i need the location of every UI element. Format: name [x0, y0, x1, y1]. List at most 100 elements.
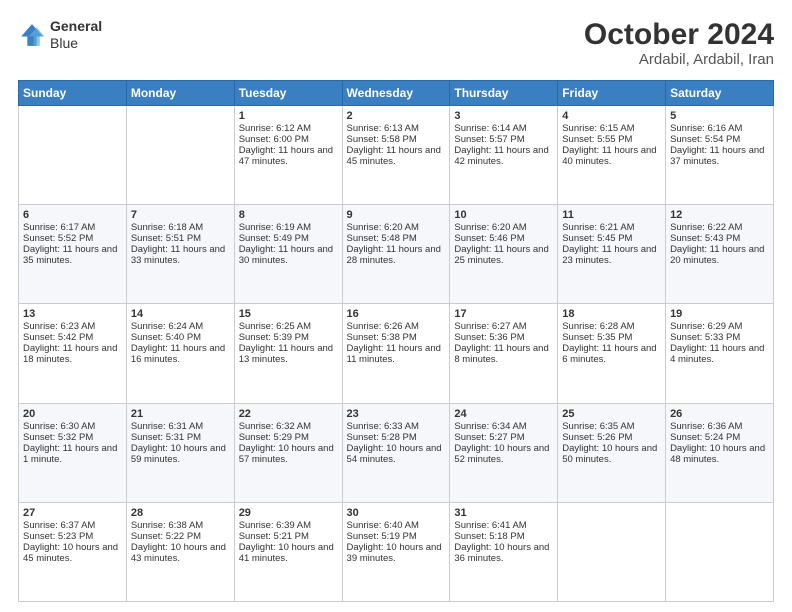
cell-w3-d2: 14Sunrise: 6:24 AMSunset: 5:40 PMDayligh…	[126, 304, 234, 403]
sunrise-text: Sunrise: 6:17 AM	[23, 222, 95, 233]
cell-w1-d7: 5Sunrise: 6:16 AMSunset: 5:54 PMDaylight…	[666, 106, 774, 205]
sunrise-text: Sunrise: 6:20 AM	[454, 222, 526, 233]
day-number: 31	[454, 507, 553, 519]
sunset-text: Sunset: 5:48 PM	[347, 233, 417, 244]
sunset-text: Sunset: 5:58 PM	[347, 134, 417, 145]
daylight-text: Daylight: 10 hours and 50 minutes.	[562, 443, 657, 465]
cell-w5-d2: 28Sunrise: 6:38 AMSunset: 5:22 PMDayligh…	[126, 502, 234, 601]
cell-w4-d5: 24Sunrise: 6:34 AMSunset: 5:27 PMDayligh…	[450, 403, 558, 502]
sunset-text: Sunset: 5:40 PM	[131, 332, 201, 343]
sunset-text: Sunset: 5:39 PM	[239, 332, 309, 343]
daylight-text: Daylight: 11 hours and 25 minutes.	[454, 244, 548, 266]
daylight-text: Daylight: 11 hours and 16 minutes.	[131, 343, 225, 365]
cell-w3-d3: 15Sunrise: 6:25 AMSunset: 5:39 PMDayligh…	[234, 304, 342, 403]
daylight-text: Daylight: 10 hours and 48 minutes.	[670, 443, 765, 465]
week-row-5: 27Sunrise: 6:37 AMSunset: 5:23 PMDayligh…	[19, 502, 774, 601]
daylight-text: Daylight: 11 hours and 13 minutes.	[239, 343, 333, 365]
day-number: 30	[347, 507, 446, 519]
daylight-text: Daylight: 11 hours and 23 minutes.	[562, 244, 656, 266]
day-number: 10	[454, 209, 553, 221]
cell-w2-d3: 8Sunrise: 6:19 AMSunset: 5:49 PMDaylight…	[234, 205, 342, 304]
sunrise-text: Sunrise: 6:24 AM	[131, 321, 203, 332]
col-friday: Friday	[558, 81, 666, 106]
sunrise-text: Sunrise: 6:28 AM	[562, 321, 634, 332]
daylight-text: Daylight: 10 hours and 52 minutes.	[454, 443, 549, 465]
sunset-text: Sunset: 5:51 PM	[131, 233, 201, 244]
cell-w4-d2: 21Sunrise: 6:31 AMSunset: 5:31 PMDayligh…	[126, 403, 234, 502]
daylight-text: Daylight: 11 hours and 28 minutes.	[347, 244, 441, 266]
cell-w2-d2: 7Sunrise: 6:18 AMSunset: 5:51 PMDaylight…	[126, 205, 234, 304]
sunset-text: Sunset: 5:24 PM	[670, 432, 740, 443]
daylight-text: Daylight: 11 hours and 18 minutes.	[23, 343, 117, 365]
logo-general: General	[50, 18, 102, 35]
day-number: 9	[347, 209, 446, 221]
day-number: 28	[131, 507, 230, 519]
day-number: 11	[562, 209, 661, 221]
col-wednesday: Wednesday	[342, 81, 450, 106]
day-number: 8	[239, 209, 338, 221]
cell-w4-d7: 26Sunrise: 6:36 AMSunset: 5:24 PMDayligh…	[666, 403, 774, 502]
sunrise-text: Sunrise: 6:32 AM	[239, 421, 311, 432]
sunset-text: Sunset: 5:31 PM	[131, 432, 201, 443]
daylight-text: Daylight: 11 hours and 33 minutes.	[131, 244, 225, 266]
sunrise-text: Sunrise: 6:33 AM	[347, 421, 419, 432]
sunrise-text: Sunrise: 6:34 AM	[454, 421, 526, 432]
day-number: 22	[239, 408, 338, 420]
cell-w3-d6: 18Sunrise: 6:28 AMSunset: 5:35 PMDayligh…	[558, 304, 666, 403]
sunrise-text: Sunrise: 6:26 AM	[347, 321, 419, 332]
sunset-text: Sunset: 5:55 PM	[562, 134, 632, 145]
sunrise-text: Sunrise: 6:37 AM	[23, 520, 95, 531]
day-number: 12	[670, 209, 769, 221]
day-number: 27	[23, 507, 122, 519]
sunset-text: Sunset: 5:23 PM	[23, 531, 93, 542]
col-monday: Monday	[126, 81, 234, 106]
day-number: 26	[670, 408, 769, 420]
day-number: 1	[239, 110, 338, 122]
logo-icon	[18, 21, 46, 49]
sunset-text: Sunset: 5:45 PM	[562, 233, 632, 244]
day-number: 4	[562, 110, 661, 122]
day-number: 16	[347, 308, 446, 320]
day-number: 17	[454, 308, 553, 320]
sunset-text: Sunset: 5:57 PM	[454, 134, 524, 145]
cell-w1-d1	[19, 106, 127, 205]
sunrise-text: Sunrise: 6:20 AM	[347, 222, 419, 233]
col-thursday: Thursday	[450, 81, 558, 106]
daylight-text: Daylight: 11 hours and 20 minutes.	[670, 244, 764, 266]
calendar-header: Sunday Monday Tuesday Wednesday Thursday…	[19, 81, 774, 106]
day-number: 5	[670, 110, 769, 122]
sunrise-text: Sunrise: 6:36 AM	[670, 421, 742, 432]
cell-w2-d5: 10Sunrise: 6:20 AMSunset: 5:46 PMDayligh…	[450, 205, 558, 304]
week-row-2: 6Sunrise: 6:17 AMSunset: 5:52 PMDaylight…	[19, 205, 774, 304]
cell-w5-d5: 31Sunrise: 6:41 AMSunset: 5:18 PMDayligh…	[450, 502, 558, 601]
day-number: 19	[670, 308, 769, 320]
sunset-text: Sunset: 5:26 PM	[562, 432, 632, 443]
daylight-text: Daylight: 10 hours and 45 minutes.	[23, 542, 118, 564]
sunset-text: Sunset: 5:19 PM	[347, 531, 417, 542]
daylight-text: Daylight: 11 hours and 4 minutes.	[670, 343, 764, 365]
sunset-text: Sunset: 5:54 PM	[670, 134, 740, 145]
sunrise-text: Sunrise: 6:13 AM	[347, 123, 419, 134]
daylight-text: Daylight: 10 hours and 57 minutes.	[239, 443, 334, 465]
daylight-text: Daylight: 11 hours and 42 minutes.	[454, 145, 548, 167]
logo-text: General Blue	[50, 18, 102, 52]
cell-w1-d4: 2Sunrise: 6:13 AMSunset: 5:58 PMDaylight…	[342, 106, 450, 205]
day-number: 3	[454, 110, 553, 122]
daylight-text: Daylight: 11 hours and 45 minutes.	[347, 145, 441, 167]
daylight-text: Daylight: 11 hours and 8 minutes.	[454, 343, 548, 365]
col-sunday: Sunday	[19, 81, 127, 106]
day-number: 13	[23, 308, 122, 320]
sunrise-text: Sunrise: 6:27 AM	[454, 321, 526, 332]
cell-w5-d1: 27Sunrise: 6:37 AMSunset: 5:23 PMDayligh…	[19, 502, 127, 601]
day-number: 14	[131, 308, 230, 320]
daylight-text: Daylight: 11 hours and 47 minutes.	[239, 145, 333, 167]
cell-w5-d3: 29Sunrise: 6:39 AMSunset: 5:21 PMDayligh…	[234, 502, 342, 601]
col-tuesday: Tuesday	[234, 81, 342, 106]
day-number: 7	[131, 209, 230, 221]
subtitle: Ardabil, Ardabil, Iran	[584, 51, 774, 68]
sunset-text: Sunset: 5:49 PM	[239, 233, 309, 244]
sunset-text: Sunset: 5:27 PM	[454, 432, 524, 443]
daylight-text: Daylight: 10 hours and 43 minutes.	[131, 542, 226, 564]
sunset-text: Sunset: 5:36 PM	[454, 332, 524, 343]
daylight-text: Daylight: 11 hours and 1 minute.	[23, 443, 117, 465]
